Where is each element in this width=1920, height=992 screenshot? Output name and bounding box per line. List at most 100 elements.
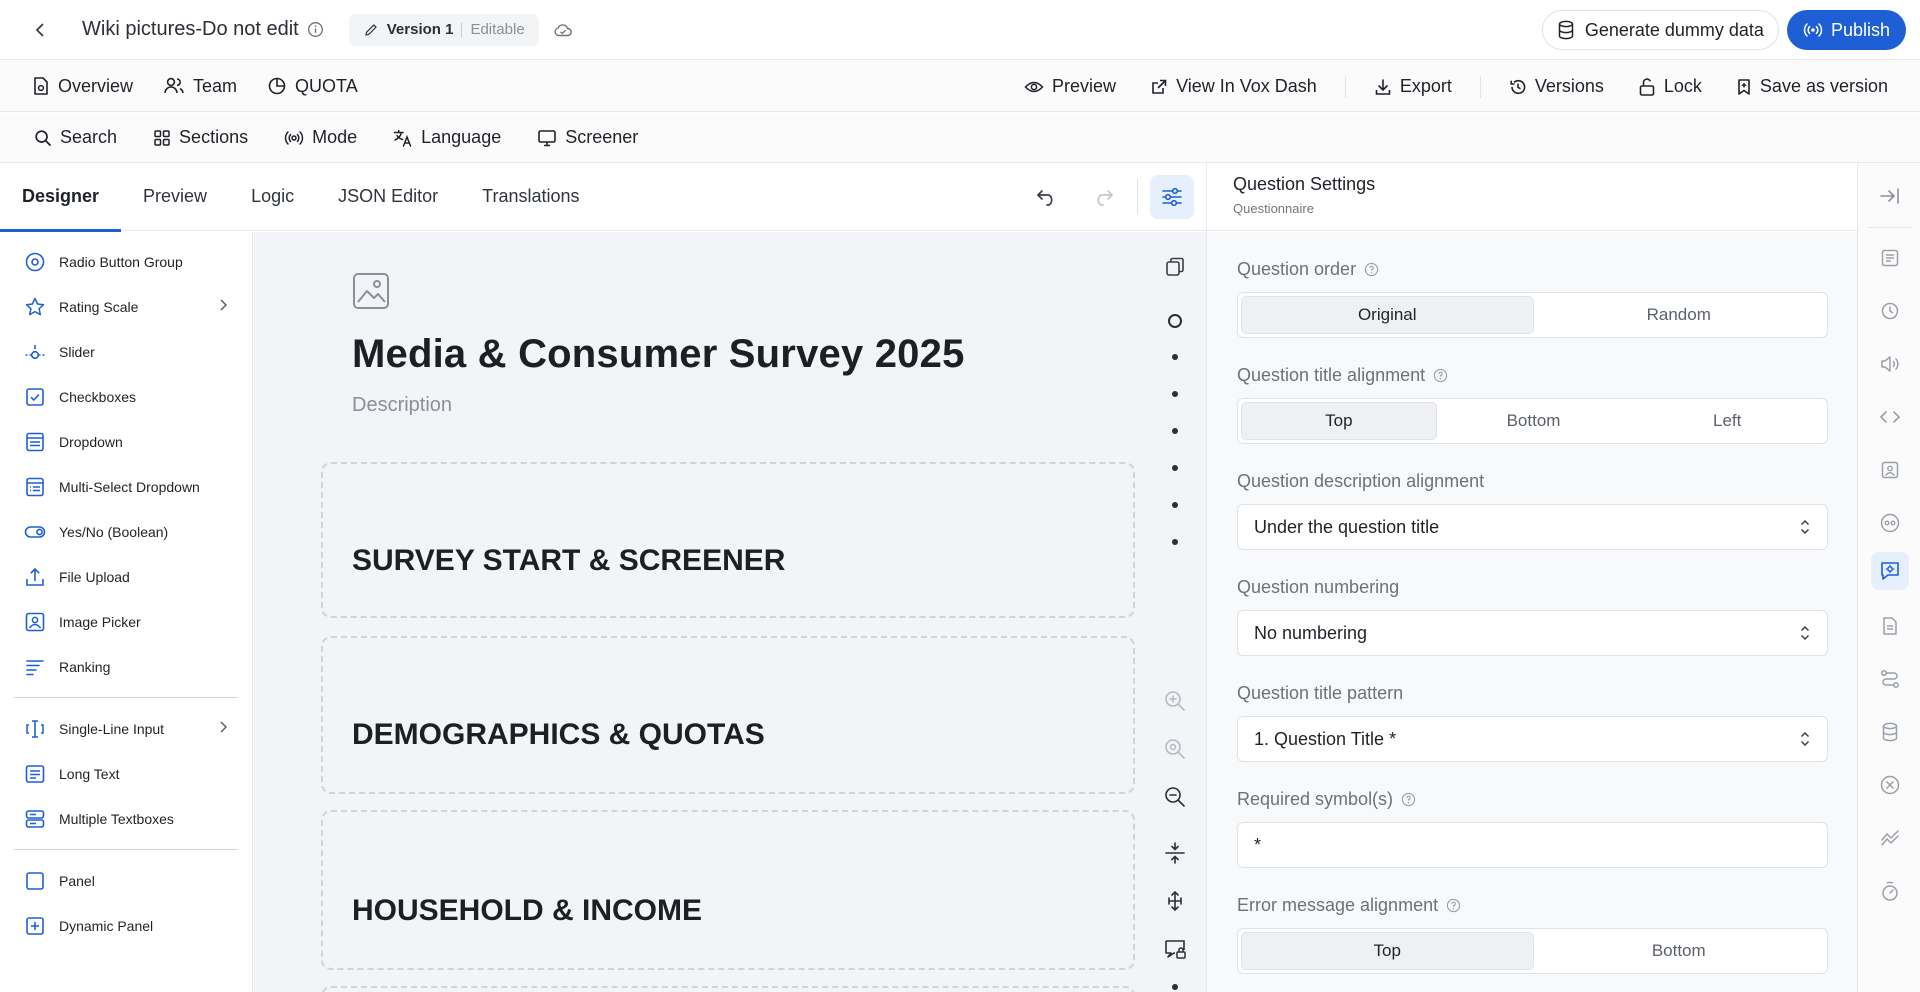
tool-single-line-input[interactable]: Single-Line Input [0, 706, 252, 751]
toolbar-search[interactable]: Search [28, 113, 123, 163]
nav-overview[interactable]: Overview [26, 61, 139, 112]
tool-panel[interactable]: Panel [0, 858, 252, 903]
tool-ranking[interactable]: Ranking [0, 644, 252, 689]
clock-icon[interactable] [1871, 292, 1909, 330]
image-icon[interactable] [1871, 451, 1909, 489]
tool-long-text[interactable]: Long Text [0, 751, 252, 796]
page-section[interactable] [321, 986, 1135, 992]
settings-toggle-button[interactable] [1150, 175, 1194, 219]
title-alignment-toggle[interactable]: Top Bottom Left [1237, 398, 1828, 444]
question-order-toggle[interactable]: Original Random [1237, 292, 1828, 338]
history-icon [1510, 79, 1526, 94]
title-pattern-select[interactable]: 1. Question Title * [1237, 716, 1828, 762]
chevron-right-icon[interactable] [218, 720, 228, 734]
validation-icon[interactable] [1871, 819, 1909, 857]
database-icon[interactable] [1871, 713, 1909, 751]
logic-icon[interactable] [1871, 504, 1909, 542]
toolbar-screener[interactable]: Screener [531, 113, 644, 163]
tool-image-picker[interactable]: Image Picker [0, 599, 252, 644]
option-top[interactable]: Top [1241, 402, 1437, 440]
page-section[interactable]: DEMOGRAPHICS & QUOTAS [321, 636, 1135, 794]
route-icon[interactable] [1871, 660, 1909, 698]
nav-versions[interactable]: Versions [1503, 61, 1610, 112]
audio-icon[interactable] [1871, 345, 1909, 383]
close-circle-icon[interactable] [1871, 766, 1909, 804]
tool-multiple-textboxes[interactable]: Multiple Textboxes [0, 796, 252, 841]
collapse-panel-icon[interactable] [1871, 177, 1909, 215]
tool-yes-no-boolean[interactable]: Yes/No (Boolean) [0, 509, 252, 554]
tab-json-editor[interactable]: JSON Editor [316, 163, 460, 231]
timer-icon[interactable] [1871, 872, 1909, 910]
tool-dynamic-panel[interactable]: Dynamic Panel [0, 903, 252, 948]
document-icon[interactable] [1871, 607, 1909, 645]
nav-team[interactable]: Team [157, 61, 243, 112]
general-settings-icon[interactable] [1871, 239, 1909, 277]
toolbar-language[interactable]: Language [387, 113, 507, 163]
toolbar-label: Search [60, 127, 118, 147]
tool-file-upload[interactable]: File Upload [0, 554, 252, 599]
copy-icon[interactable] [1162, 254, 1188, 280]
info-icon[interactable] [307, 21, 325, 39]
nav-export[interactable]: Export [1368, 61, 1458, 112]
logo-placeholder-icon[interactable] [352, 272, 390, 310]
description-alignment-label: Question description alignment [1237, 470, 1485, 491]
tab-designer[interactable]: Designer [0, 163, 122, 232]
tool-checkboxes[interactable]: Checkboxes [0, 374, 252, 419]
option-bottom[interactable]: Bottom [1534, 932, 1825, 970]
option-bottom[interactable]: Bottom [1437, 402, 1631, 440]
nav-preview[interactable]: Preview [1018, 61, 1122, 112]
option-top[interactable]: Top [1241, 932, 1534, 970]
page-nav-current[interactable] [1168, 314, 1182, 328]
page-nav-dot[interactable] [1172, 391, 1178, 397]
zoom-in-icon[interactable] [1162, 688, 1188, 714]
publish-button[interactable]: Publish [1786, 10, 1906, 50]
lock-question-icon[interactable] [1162, 936, 1188, 962]
page-nav-dot[interactable] [1172, 539, 1178, 545]
code-icon[interactable] [1871, 398, 1909, 436]
page-nav-dot[interactable] [1172, 354, 1178, 360]
tool-dropdown[interactable]: Dropdown [0, 419, 252, 464]
toolbar-sections[interactable]: Sections [147, 113, 254, 163]
nav-quota[interactable]: QUOTA [261, 61, 364, 112]
page-nav-dot[interactable] [1172, 984, 1178, 990]
survey-description[interactable]: Description [352, 394, 452, 417]
tab-preview[interactable]: Preview [121, 163, 229, 231]
version-selector[interactable]: Version 1 Editable [348, 13, 539, 46]
zoom-reset-icon[interactable] [1162, 736, 1188, 762]
option-original[interactable]: Original [1241, 296, 1534, 334]
error-alignment-toggle[interactable]: Top Bottom [1237, 928, 1828, 974]
nav-lock[interactable]: Lock [1632, 61, 1708, 112]
description-alignment-select[interactable]: Under the question title [1237, 504, 1828, 550]
tab-logic[interactable]: Logic [229, 163, 316, 231]
option-random[interactable]: Random [1534, 296, 1825, 334]
nav-label: Export [1399, 76, 1452, 96]
page-nav-dot[interactable] [1172, 428, 1178, 434]
redo-button[interactable] [1081, 175, 1125, 219]
tool-multi-select-dropdown[interactable]: Multi-Select Dropdown [0, 464, 252, 509]
generate-dummy-data-button[interactable]: Generate dummy data [1541, 10, 1779, 50]
expand-all-icon[interactable] [1162, 888, 1188, 914]
editor-toolbar: Search Sections Mode Language Screener [0, 113, 1920, 163]
page-nav-dot[interactable] [1172, 502, 1178, 508]
tool-radio-button-group[interactable]: Radio Button Group [0, 239, 252, 284]
tab-translations[interactable]: Translations [460, 163, 601, 231]
option-left[interactable]: Left [1630, 402, 1824, 440]
page-nav-dot[interactable] [1172, 465, 1178, 471]
chevron-right-icon[interactable] [218, 298, 228, 312]
tool-rating-scale[interactable]: Rating Scale [0, 284, 252, 329]
page-section[interactable]: SURVEY START & SCREENER [321, 462, 1135, 618]
question-settings-icon[interactable] [1871, 552, 1909, 590]
back-button[interactable] [28, 18, 52, 42]
nav-view-in-vox-dash[interactable]: View In Vox Dash [1144, 61, 1323, 112]
undo-button[interactable] [1025, 175, 1069, 219]
page-section[interactable]: HOUSEHOLD & INCOME [321, 810, 1135, 970]
tool-slider[interactable]: Slider [0, 329, 252, 374]
survey-title[interactable]: Media & Consumer Survey 2025 [352, 332, 965, 377]
database-icon [1558, 20, 1574, 40]
required-symbol-input[interactable]: * [1237, 822, 1828, 868]
zoom-out-icon[interactable] [1162, 784, 1188, 810]
toolbar-mode[interactable]: Mode [278, 113, 363, 163]
collapse-all-icon[interactable] [1162, 840, 1188, 866]
nav-save-as-version[interactable]: Save as version [1730, 61, 1894, 112]
numbering-select[interactable]: No numbering [1237, 610, 1828, 656]
